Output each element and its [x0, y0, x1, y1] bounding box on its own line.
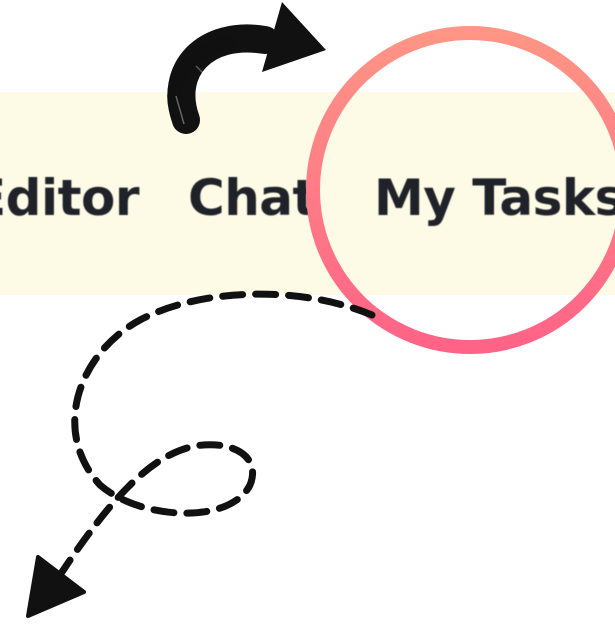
highlight-circle: [306, 26, 615, 354]
dashed-loop-arrow: [58, 290, 376, 576]
screenshot-canvas: Editor Chat My Tasks: [0, 0, 615, 628]
arrowhead-icon: [26, 555, 86, 618]
curved-arrow-icon: [167, 2, 326, 134]
annotation-layer: [26, 2, 615, 618]
